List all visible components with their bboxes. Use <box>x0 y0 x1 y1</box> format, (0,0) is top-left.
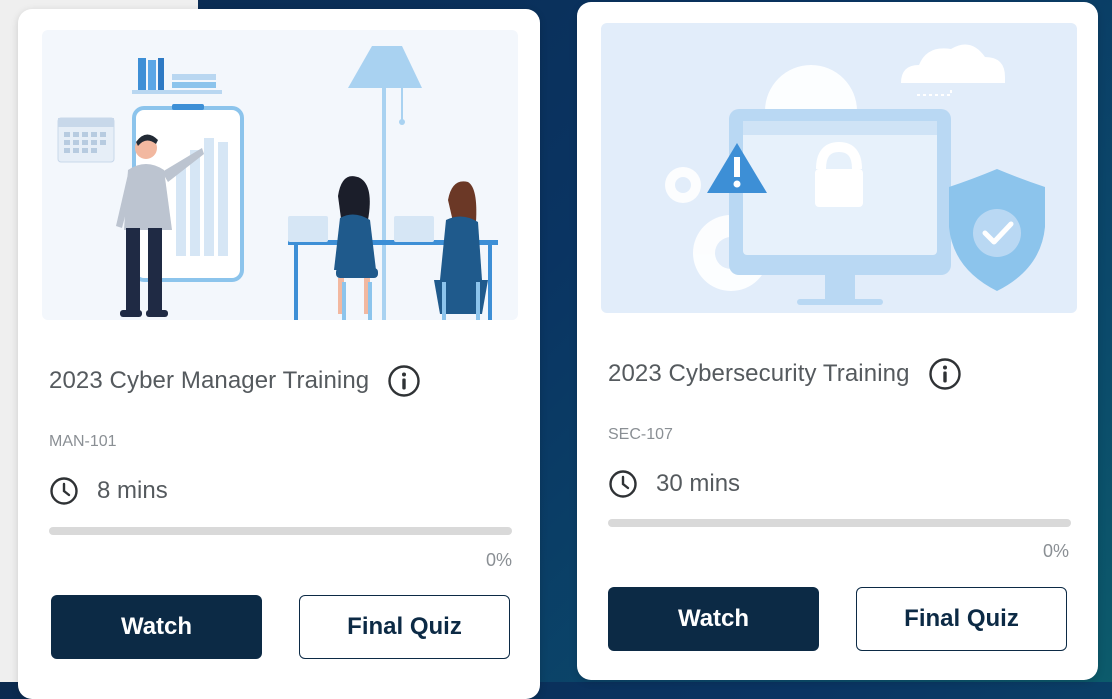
final-quiz-button[interactable]: Final Quiz <box>856 587 1067 651</box>
course-code: MAN-101 <box>49 433 117 450</box>
clock-icon <box>49 476 79 506</box>
watch-button[interactable]: Watch <box>51 595 262 659</box>
course-thumbnail <box>42 30 518 320</box>
course-title: 2023 Cyber Manager Training <box>49 367 370 394</box>
progress-bar <box>608 519 1071 527</box>
progress-percent: 0% <box>485 550 512 570</box>
progress-percent: 0% <box>1042 541 1069 561</box>
final-quiz-button[interactable]: Final Quiz <box>299 595 510 659</box>
course-code: SEC-107 <box>608 426 673 443</box>
cybersecurity-illustration <box>665 44 1045 305</box>
presenter-illustration <box>57 46 498 320</box>
course-title: 2023 Cybersecurity Training <box>608 360 910 387</box>
course-card-manager: 2023 Cyber Manager Training MAN-101 8 mi… <box>18 9 540 699</box>
course-duration: 30 mins <box>656 470 741 497</box>
info-icon[interactable] <box>387 364 421 398</box>
progress-bar <box>49 527 512 535</box>
course-thumbnail <box>601 23 1077 313</box>
watch-button[interactable]: Watch <box>608 587 819 651</box>
info-icon[interactable] <box>928 357 962 391</box>
course-duration: 8 mins <box>97 477 168 504</box>
clock-icon <box>608 469 638 499</box>
course-card-cybersecurity: 2023 Cybersecurity Training SEC-107 30 m… <box>577 2 1098 680</box>
